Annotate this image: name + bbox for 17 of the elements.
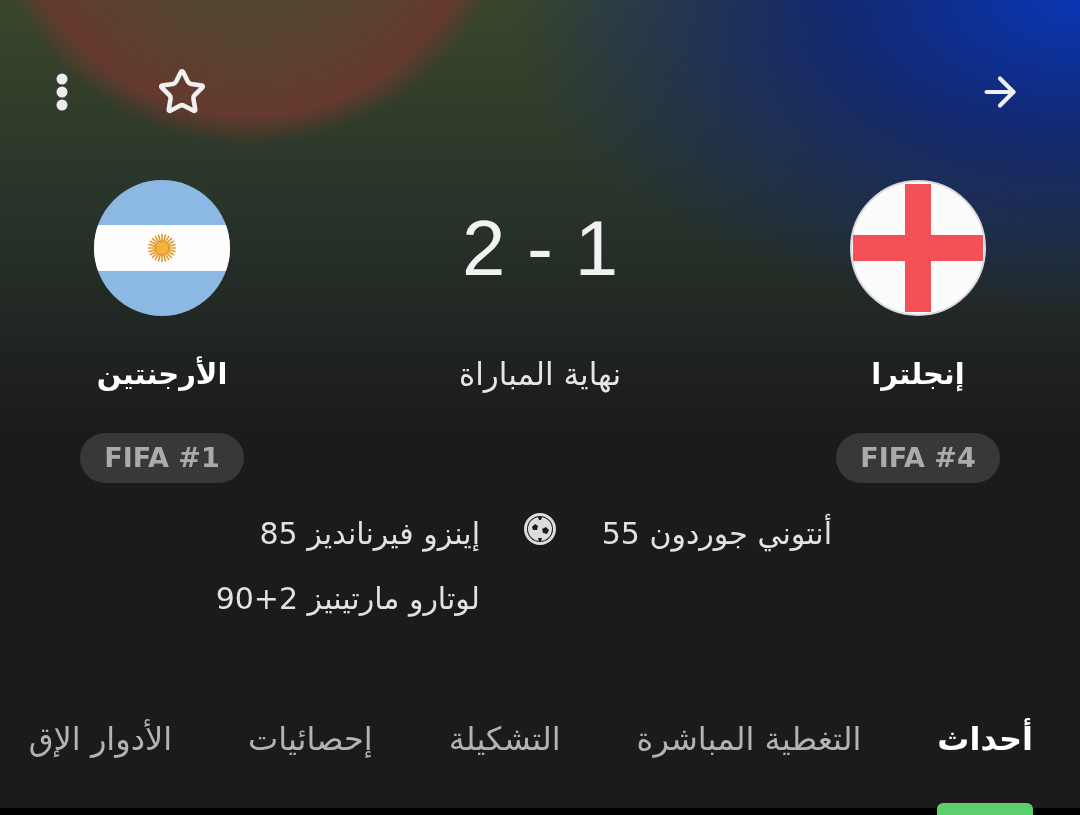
match-status: نهاية المباراة [458,355,622,394]
team-name: إنجلترا [871,356,965,394]
flag-icon [850,180,986,316]
soccer-ball-icon [524,513,556,545]
match-score: 2 - 1 [461,209,619,287]
fifa-rank-badge: FIFA #1 [80,433,244,483]
tab[interactable]: التغطية المباشرة [598,690,900,815]
team-name: الأرجنتين [96,355,228,393]
fifa-rank-badge: FIFA #4 [836,433,1000,483]
tab[interactable]: التشكيلة [410,690,599,815]
goal-scorer: لوتارو مارتينيز 2+90 [215,580,480,619]
goal-scorer: أنتوني جوردون 55 [601,511,832,556]
tab[interactable]: الأدوار الإق [0,690,211,815]
tab[interactable]: أحداث [899,690,1071,815]
tab[interactable]: إحصائيات [210,690,411,815]
more-vertical-icon [56,73,68,111]
goal-scorer: إينزو فيرنانديز 85 [259,515,480,554]
